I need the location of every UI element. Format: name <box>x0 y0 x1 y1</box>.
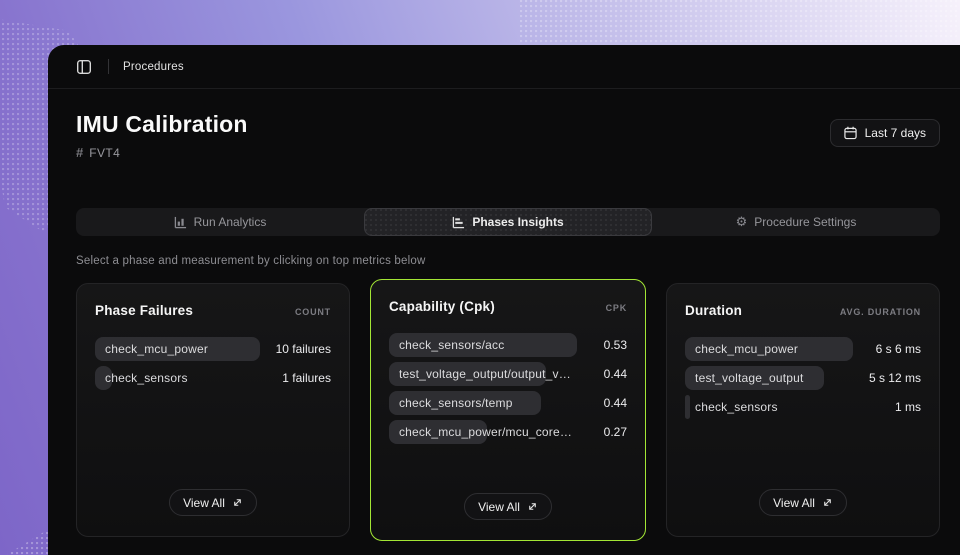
metric-row-label: test_voltage_output <box>685 371 804 385</box>
app-panel: Procedures IMU Calibration # FVT4 Last 7… <box>48 45 960 555</box>
metric-row-value: 10 failures <box>276 342 331 356</box>
metric-row-label: check_mcu_power/mcu_core_volta... <box>389 425 575 439</box>
metric-row-label: check_mcu_power <box>685 342 798 356</box>
card-footer: View All <box>95 489 331 516</box>
card-footer: View All <box>389 493 627 520</box>
horizontal-bar-chart-icon <box>452 216 465 229</box>
metric-row[interactable]: check_sensors/acc 0.53 <box>389 333 627 357</box>
sidebar-toggle-button[interactable] <box>72 55 96 79</box>
metric-row-label: test_voltage_output/output_voltage <box>389 367 575 381</box>
view-all-label: View All <box>773 496 815 510</box>
metric-row-label: check_sensors/temp <box>389 396 513 410</box>
procedure-id: # FVT4 <box>76 145 248 160</box>
title-block: IMU Calibration # FVT4 <box>76 111 248 160</box>
metric-row[interactable]: test_voltage_output/output_voltage 0.44 <box>389 362 627 386</box>
metric-row-value: 6 s 6 ms <box>876 342 921 356</box>
expand-diagonal-icon <box>822 497 833 508</box>
metric-row-value: 0.53 <box>604 338 627 352</box>
metric-row-value: 1 failures <box>282 371 331 385</box>
card-duration[interactable]: Duration AVG. DURATION check_mcu_power 6… <box>666 283 940 537</box>
expand-diagonal-icon <box>527 501 538 512</box>
metric-cards: Phase Failures COUNT check_mcu_power 10 … <box>76 279 940 541</box>
metric-row-value: 5 s 12 ms <box>869 371 921 385</box>
card-metric-label: COUNT <box>295 307 331 317</box>
backdrop-dot-texture <box>520 0 960 46</box>
card-rows: check_mcu_power 10 failures check_sensor… <box>95 337 331 390</box>
metric-row-label: check_mcu_power <box>95 342 208 356</box>
metric-row[interactable]: check_mcu_power 6 s 6 ms <box>685 337 921 361</box>
metric-row-label: check_sensors <box>685 400 778 414</box>
metric-row-label: check_sensors <box>95 371 188 385</box>
calendar-icon <box>844 126 857 140</box>
view-all-button[interactable]: View All <box>464 493 552 520</box>
tab-label: Run Analytics <box>194 215 267 229</box>
view-all-label: View All <box>478 500 520 514</box>
card-title: Phase Failures <box>95 303 193 318</box>
breadcrumb-divider <box>108 59 109 74</box>
card-phase-failures[interactable]: Phase Failures COUNT check_mcu_power 10 … <box>76 283 350 537</box>
title-row: IMU Calibration # FVT4 Last 7 days <box>76 111 940 160</box>
view-all-label: View All <box>183 496 225 510</box>
top-bar: Procedures <box>48 45 960 89</box>
card-rows: check_sensors/acc 0.53 test_voltage_outp… <box>389 333 627 444</box>
breadcrumb[interactable]: Procedures <box>123 61 184 73</box>
card-metric-label: CPK <box>606 303 627 313</box>
gear-icon: ⚙ <box>736 216 748 229</box>
panel-left-icon <box>76 59 92 75</box>
procedure-id-label: FVT4 <box>89 146 120 160</box>
page-title: IMU Calibration <box>76 111 248 138</box>
main-content: IMU Calibration # FVT4 Last 7 days <box>48 89 960 555</box>
card-rows: check_mcu_power 6 s 6 ms test_voltage_ou… <box>685 337 921 419</box>
card-header: Capability (Cpk) CPK <box>389 299 627 314</box>
tab-label: Phases Insights <box>472 215 563 229</box>
card-title: Duration <box>685 303 742 318</box>
card-title: Capability (Cpk) <box>389 299 495 314</box>
expand-diagonal-icon <box>232 497 243 508</box>
metric-row[interactable]: test_voltage_output 5 s 12 ms <box>685 366 921 390</box>
tab-procedure-settings[interactable]: ⚙ Procedure Settings <box>652 208 940 236</box>
column-chart-icon <box>174 216 187 229</box>
card-metric-label: AVG. DURATION <box>840 307 921 317</box>
card-header: Phase Failures COUNT <box>95 303 331 318</box>
metric-row[interactable]: check_sensors 1 failures <box>95 366 331 390</box>
metric-row[interactable]: check_sensors 1 ms <box>685 395 921 419</box>
metric-row-value: 0.44 <box>604 396 627 410</box>
instruction-text: Select a phase and measurement by clicki… <box>76 255 940 267</box>
tab-run-analytics[interactable]: Run Analytics <box>76 208 364 236</box>
card-capability-cpk[interactable]: Capability (Cpk) CPK check_sensors/acc 0… <box>370 279 646 541</box>
tab-label: Procedure Settings <box>754 215 856 229</box>
metric-row-value: 0.44 <box>604 367 627 381</box>
card-header: Duration AVG. DURATION <box>685 303 921 318</box>
metric-row-value: 1 ms <box>895 400 921 414</box>
metric-row-label: check_sensors/acc <box>389 338 504 352</box>
metric-row-value: 0.27 <box>604 425 627 439</box>
metric-row[interactable]: check_sensors/temp 0.44 <box>389 391 627 415</box>
metric-row[interactable]: check_mcu_power 10 failures <box>95 337 331 361</box>
view-all-button[interactable]: View All <box>759 489 847 516</box>
metric-row[interactable]: check_mcu_power/mcu_core_volta... 0.27 <box>389 420 627 444</box>
hash-icon: # <box>76 145 83 160</box>
view-all-button[interactable]: View All <box>169 489 257 516</box>
date-range-label: Last 7 days <box>865 126 926 140</box>
card-footer: View All <box>685 489 921 516</box>
tab-phases-insights[interactable]: Phases Insights <box>364 208 652 236</box>
tab-bar: Run Analytics Phases Insights ⚙ Procedur… <box>76 208 940 236</box>
date-range-button[interactable]: Last 7 days <box>830 119 940 147</box>
